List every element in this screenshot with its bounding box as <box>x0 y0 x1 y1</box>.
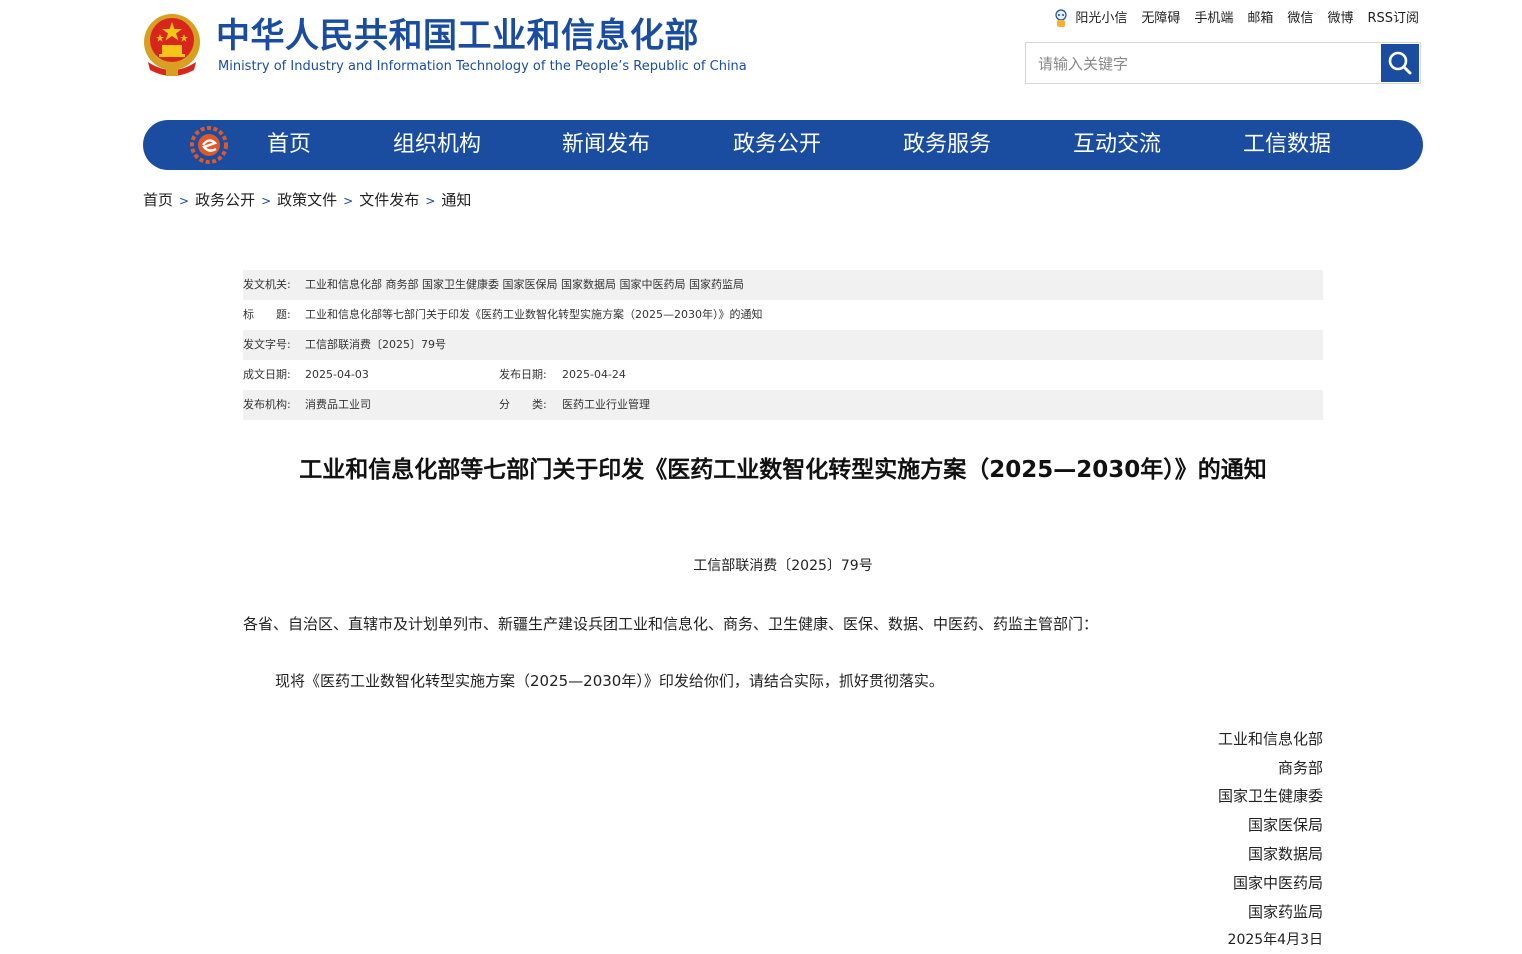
signatory: 工业和信息化部 <box>1217 730 1323 748</box>
breadcrumb: 首页 > 政务公开 > 政策文件 > 文件发布 > 通知 <box>143 189 471 212</box>
article-doc-number: 工信部联消费〔2025〕79号 <box>693 558 873 574</box>
breadcrumb-separator: > <box>343 194 354 208</box>
meta-value: 消费品工业司 <box>305 398 371 411</box>
meta-value: 工信部联消费〔2025〕79号 <box>305 338 446 351</box>
breadcrumb-current[interactable]: 通知 <box>441 191 471 209</box>
meta-value: 工业和信息化部等七部门关于印发《医药工业数智化转型实施方案（2025—2030年… <box>305 308 763 321</box>
nav-item-home[interactable]: 首页 <box>267 120 311 170</box>
nav-item-news[interactable]: 新闻发布 <box>562 120 650 170</box>
meta-label: 发文机关: <box>243 278 291 291</box>
search-icon <box>1388 51 1412 75</box>
search-box <box>1025 42 1421 85</box>
ministry-logo-icon[interactable] <box>190 126 228 164</box>
meta-row-docno: 发文字号: 工信部联消费〔2025〕79号 <box>243 330 1323 360</box>
site-title-cn[interactable]: 中华人民共和国工业和信息化部 <box>216 14 699 58</box>
meta-label: 分 类: <box>499 398 547 411</box>
top-link-rss[interactable]: RSS订阅 <box>1367 9 1419 29</box>
breadcrumb-separator: > <box>261 194 272 208</box>
top-link-assistant[interactable]: 阳光小信 <box>1053 9 1127 29</box>
meta-value: 2025-04-03 <box>305 368 369 381</box>
document-meta-table: 发文机关: 工业和信息化部 商务部 国家卫生健康委 国家医保局 国家数据局 国家… <box>243 270 1323 420</box>
site-title-en[interactable]: Ministry of Industry and Information Tec… <box>218 59 747 75</box>
meta-label: 成文日期: <box>243 368 291 381</box>
meta-row-dates: 成文日期: 2025-04-03 发布日期: 2025-04-24 <box>243 360 1323 390</box>
signatory: 国家药监局 <box>1247 903 1323 921</box>
breadcrumb-gov-affairs[interactable]: 政务公开 <box>195 191 255 209</box>
meta-label: 发文字号: <box>243 338 291 351</box>
article-salutation: 各省、自治区、直辖市及计划单列市、新疆生产建设兵团工业和信息化、商务、卫生健康、… <box>243 615 1099 633</box>
signatory: 国家卫生健康委 <box>1217 787 1323 805</box>
article-date: 2025年4月3日 <box>1227 932 1323 948</box>
top-link-accessibility[interactable]: 无障碍 <box>1141 9 1180 29</box>
search-button[interactable] <box>1381 44 1419 82</box>
meta-value: 2025-04-24 <box>562 368 626 381</box>
robot-icon <box>1055 9 1067 27</box>
breadcrumb-releases[interactable]: 文件发布 <box>359 191 419 209</box>
top-link-mail[interactable]: 邮箱 <box>1247 9 1273 29</box>
signatory: 国家数据局 <box>1247 845 1323 863</box>
top-links: 阳光小信 无障碍 手机端 邮箱 微信 微博 RSS订阅 <box>1053 9 1419 29</box>
breadcrumb-separator: > <box>179 194 190 208</box>
nav-item-data[interactable]: 工信数据 <box>1243 120 1331 170</box>
meta-value: 医药工业行业管理 <box>562 398 650 411</box>
top-link-weibo[interactable]: 微博 <box>1327 9 1353 29</box>
search-input[interactable] <box>1036 43 1380 85</box>
main-nav: 首页 组织机构 新闻发布 政务公开 政务服务 互动交流 工信数据 <box>143 120 1423 170</box>
top-link-mobile[interactable]: 手机端 <box>1194 9 1233 29</box>
meta-label: 标 题: <box>243 308 291 321</box>
nav-item-services[interactable]: 政务服务 <box>903 120 991 170</box>
breadcrumb-home[interactable]: 首页 <box>143 191 173 209</box>
meta-label: 发布日期: <box>499 368 547 381</box>
national-emblem-icon <box>144 14 200 76</box>
meta-row-title: 标 题: 工业和信息化部等七部门关于印发《医药工业数智化转型实施方案（2025—… <box>243 300 1323 330</box>
top-link-label: 阳光小信 <box>1075 11 1128 26</box>
breadcrumb-separator: > <box>425 194 436 208</box>
meta-row-issuer: 发文机关: 工业和信息化部 商务部 国家卫生健康委 国家医保局 国家数据局 国家… <box>243 270 1323 300</box>
article-body-paragraph: 现将《医药工业数智化转型实施方案（2025—2030年）》印发给你们，请结合实际… <box>275 672 944 690</box>
signatory: 国家中医药局 <box>1232 874 1323 892</box>
meta-row-agency: 发布机构: 消费品工业司 分 类: 医药工业行业管理 <box>243 390 1323 420</box>
signatory: 商务部 <box>1277 759 1323 777</box>
nav-item-gov-affairs[interactable]: 政务公开 <box>733 120 821 170</box>
nav-item-interaction[interactable]: 互动交流 <box>1073 120 1161 170</box>
meta-label: 发布机构: <box>243 398 291 411</box>
nav-item-organization[interactable]: 组织机构 <box>393 120 481 170</box>
breadcrumb-policy[interactable]: 政策文件 <box>277 191 337 209</box>
top-link-wechat[interactable]: 微信 <box>1287 9 1313 29</box>
meta-value: 工业和信息化部 商务部 国家卫生健康委 国家医保局 国家数据局 国家中医药局 国… <box>305 278 744 291</box>
signatory: 国家医保局 <box>1247 816 1323 834</box>
article-title: 工业和信息化部等七部门关于印发《医药工业数智化转型实施方案（2025—2030年… <box>299 457 1267 483</box>
